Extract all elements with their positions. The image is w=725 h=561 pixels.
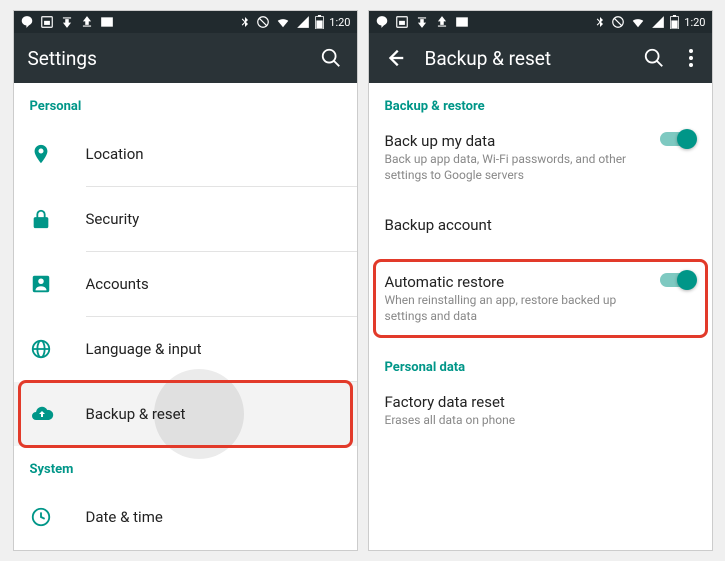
settings-item-location[interactable]: Location [14, 122, 357, 186]
toolbar: Backup & reset [369, 33, 712, 83]
item-subtitle: When reinstalling an app, restore backed… [385, 293, 660, 324]
signal-icon [651, 15, 665, 29]
screenshot-icon [40, 15, 54, 29]
battery-icon [670, 15, 679, 29]
lock-icon [30, 208, 86, 230]
backup-reset-list: Backup & restore Back up my data Back up… [369, 83, 712, 550]
section-personal-label: Personal [14, 83, 357, 122]
do-not-disturb-icon [611, 15, 625, 29]
hangouts-icon [375, 15, 389, 29]
backup-my-data-switch[interactable] [660, 132, 696, 146]
clock-text: 1:20 [329, 16, 350, 29]
toolbar: Settings [14, 33, 357, 83]
settings-item-label: Location [86, 145, 341, 163]
item-title: Backup account [385, 216, 696, 234]
battery-icon [315, 15, 324, 29]
screenshot-icon [395, 15, 409, 29]
automatic-restore-item[interactable]: Automatic restore When reinstalling an a… [369, 259, 712, 338]
page-title: Settings [28, 47, 301, 70]
search-icon[interactable] [319, 46, 343, 70]
backup-account-item[interactable]: Backup account [369, 197, 712, 253]
settings-list: Personal Location Security Accounts [14, 83, 357, 550]
settings-item-accounts[interactable]: Accounts [14, 252, 357, 316]
clock-text: 1:20 [684, 16, 705, 29]
settings-item-backup-reset[interactable]: Backup & reset [14, 382, 357, 446]
do-not-disturb-icon [256, 15, 270, 29]
overflow-menu-icon[interactable] [684, 46, 698, 70]
settings-item-label: Date & time [86, 508, 341, 526]
bluetooth-icon [239, 16, 251, 28]
backup-my-data-item[interactable]: Back up my data Back up app data, Wi-Fi … [369, 122, 712, 197]
settings-item-label: Language & input [86, 340, 341, 358]
settings-item-security[interactable]: Security [14, 187, 357, 251]
upload-icon [435, 15, 449, 29]
status-bar: 1:20 [369, 11, 712, 33]
factory-data-reset-item[interactable]: Factory data reset Erases all data on ph… [369, 383, 712, 443]
location-icon [30, 143, 86, 165]
automatic-restore-switch[interactable] [660, 273, 696, 287]
item-subtitle: Erases all data on phone [385, 413, 696, 429]
item-title: Factory data reset [385, 393, 696, 411]
globe-icon [30, 338, 86, 360]
settings-item-label: Accounts [86, 275, 341, 293]
hangouts-icon [20, 15, 34, 29]
upload-icon [80, 15, 94, 29]
item-title: Back up my data [385, 132, 660, 150]
backup-reset-screen: 1:20 Backup & reset Backup & restore Bac… [368, 10, 713, 551]
clock-icon [30, 506, 86, 528]
touch-ripple [154, 369, 244, 459]
item-title: Automatic restore [385, 273, 660, 291]
page-title: Backup & reset [425, 47, 624, 70]
status-bar: 1:20 [14, 11, 357, 33]
search-icon[interactable] [642, 46, 666, 70]
item-subtitle: Back up app data, Wi-Fi passwords, and o… [385, 152, 660, 183]
cloud-upload-icon [30, 402, 86, 426]
download-icon [415, 15, 429, 29]
section-personal-data-label: Personal data [369, 344, 712, 383]
wifi-icon [630, 15, 646, 29]
translate-icon [455, 15, 469, 29]
account-icon [30, 273, 86, 295]
translate-icon [100, 15, 114, 29]
signal-icon [296, 15, 310, 29]
download-icon [60, 15, 74, 29]
back-icon[interactable] [383, 46, 407, 70]
wifi-icon [275, 15, 291, 29]
settings-screen: 1:20 Settings Personal Location Security [13, 10, 358, 551]
settings-item-datetime[interactable]: Date & time [14, 485, 357, 549]
section-backup-restore-label: Backup & restore [369, 83, 712, 122]
settings-item-label: Security [86, 210, 341, 228]
bluetooth-icon [594, 16, 606, 28]
